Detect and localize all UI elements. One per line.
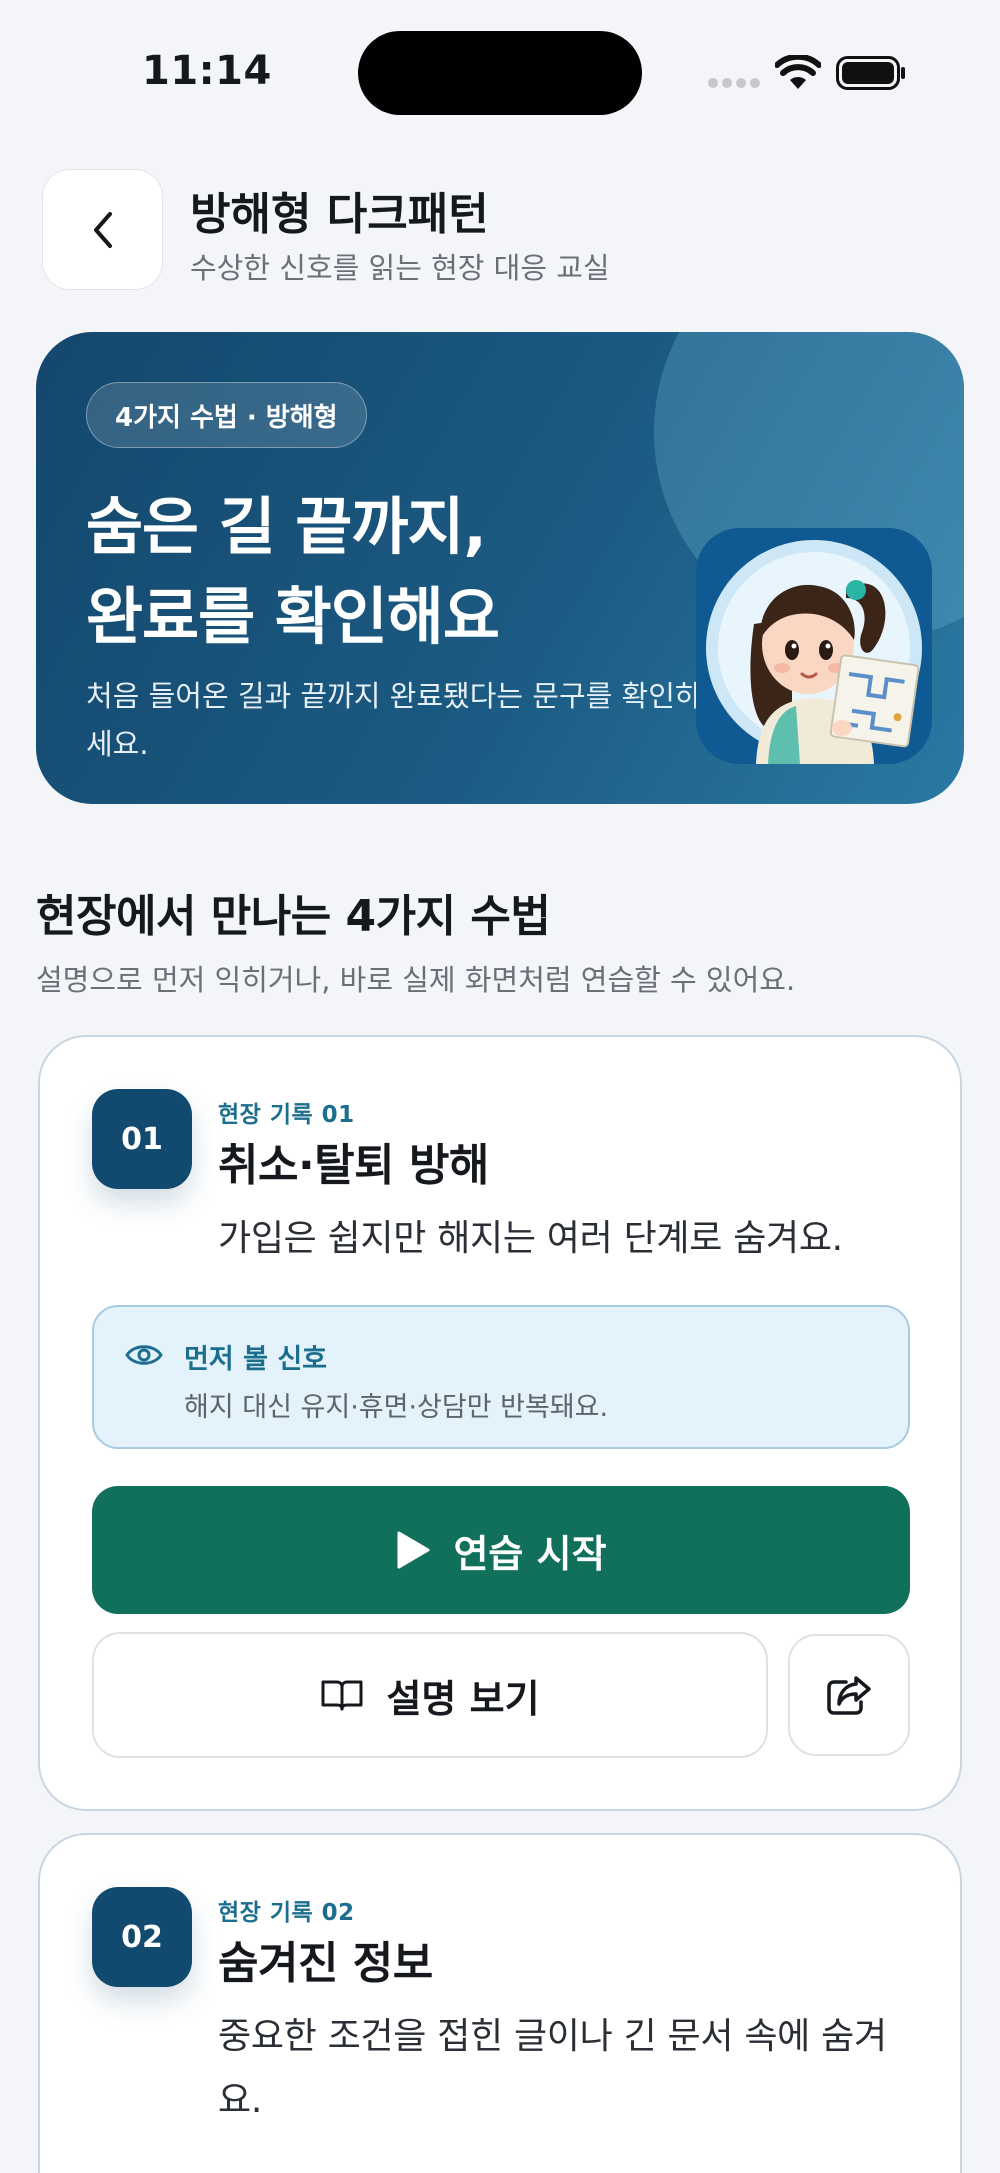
view-explanation-label: 설명 보기 [386,1676,540,1721]
girl-with-map-illustration [696,528,932,764]
signal-hint-box: 먼저 볼 신호 해지 대신 유지·휴면·상담만 반복돼요. [92,1305,910,1449]
status-time: 11:14 [142,48,272,94]
hero-title-line-1: 숨은 길 끝까지, [86,490,487,563]
eye-icon [125,1345,163,1365]
hero-banner: 4가지 수법 · 방해형 숨은 길 끝까지, 완료를 확인해요 처음 들어온 길… [36,332,964,804]
dynamic-island [358,31,642,115]
pattern-card: 02 현장 기록 02 숨겨진 정보 중요한 조건을 접힌 글이나 긴 문서 속… [38,1833,962,2173]
signal-text: 해지 대신 유지·휴면·상담만 반복돼요. [184,1392,609,1423]
page-subtitle: 수상한 신호를 읽는 현장 대응 교실 [190,251,610,285]
card-record-label: 현장 기록 02 [218,1900,355,1926]
hero-badge: 4가지 수법 · 방해형 [86,382,367,448]
hero-title-line-2: 완료를 확인해요 [86,580,500,653]
battery-icon [836,56,905,90]
section-subtitle: 설명으로 먼저 익히거나, 바로 실제 화면처럼 연습할 수 있어요. [36,963,796,997]
back-button[interactable] [42,169,163,290]
card-title: 취소·탈퇴 방해 [218,1140,489,1191]
hero-description: 처음 들어온 길과 끝까지 완료됐다는 문구를 확인하세요. [86,679,702,761]
card-description: 중요한 조건을 접힌 글이나 긴 문서 속에 숨겨요. [218,2016,887,2121]
card-number-badge: 02 [92,1887,192,1987]
chevron-left-icon [93,211,112,248]
pattern-card: 01 현장 기록 01 취소·탈퇴 방해 가입은 쉽지만 해지는 여러 단계로 … [38,1035,962,1811]
play-icon [397,1531,430,1569]
card-number-badge: 01 [92,1089,192,1189]
view-explanation-button[interactable]: 설명 보기 [92,1632,768,1758]
status-bar: 11:14 [0,0,1000,140]
hero-title: 숨은 길 끝까지, 완료를 확인해요 [86,482,500,662]
share-icon [827,1676,871,1715]
cellular-signal-icon [708,78,760,90]
card-description: 가입은 쉽지만 해지는 여러 단계로 숨겨요. [218,1218,843,1259]
wifi-icon [775,55,821,89]
signal-label: 먼저 볼 신호 [184,1344,327,1375]
card-record-label: 현장 기록 01 [218,1102,355,1128]
open-book-icon [321,1680,363,1711]
section-title: 현장에서 만나는 4가지 수법 [36,891,551,942]
card-title: 숨겨진 정보 [218,1938,433,1989]
page-title: 방해형 다크패턴 [190,189,489,240]
practice-start-label: 연습 시작 [453,1531,607,1576]
practice-start-button[interactable]: 연습 시작 [92,1486,910,1614]
share-button[interactable] [788,1634,910,1756]
